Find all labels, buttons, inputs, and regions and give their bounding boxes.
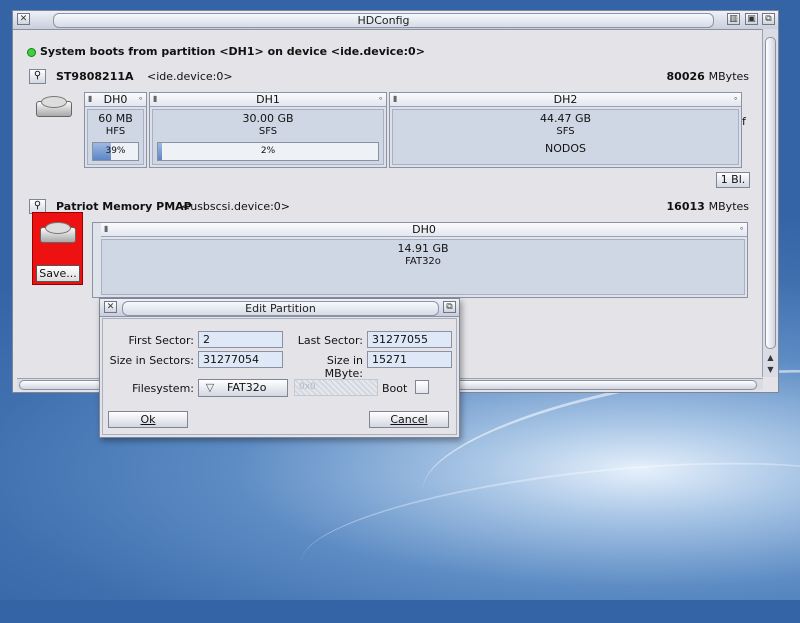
disk2-device: <usbscsi.device:0> bbox=[181, 200, 291, 213]
partition-name: DH0 bbox=[103, 93, 128, 106]
partition-body: 30.00 GB SFS 2% bbox=[152, 109, 384, 165]
boot-status: System boots from partition <DH1> on dev… bbox=[27, 45, 425, 58]
size-sectors-label: Size in Sectors: bbox=[109, 354, 194, 367]
resize-handle-icon[interactable]: ∘ bbox=[733, 95, 738, 103]
partition-body: 14.91 GB FAT32o bbox=[101, 239, 745, 295]
disk2-size-value: 16013 bbox=[666, 200, 705, 213]
partition-filesystem: HFS bbox=[105, 126, 126, 137]
save-button[interactable]: Save... bbox=[36, 265, 80, 282]
partition-status: NODOS bbox=[545, 142, 586, 155]
dialog-title: Edit Partition bbox=[122, 301, 439, 316]
filesystem-value: FAT32o bbox=[227, 381, 267, 394]
cancel-label: Cancel bbox=[390, 413, 428, 426]
fs-hex-field: 0x0 bbox=[294, 379, 378, 396]
last-sector-label: Last Sector: bbox=[297, 334, 363, 347]
partition-header[interactable]: ▮ DH1 ∘ bbox=[150, 93, 386, 107]
partition-name: DH2 bbox=[553, 93, 578, 106]
partition-usage-bar: 39% bbox=[92, 142, 139, 161]
harddisk-icon[interactable] bbox=[38, 221, 78, 247]
size-mbyte-label: Size in MByte: bbox=[324, 354, 363, 380]
partition-filesystem: SFS bbox=[258, 126, 278, 137]
resize-handle-icon[interactable]: ∘ bbox=[138, 95, 143, 103]
drag-handle-icon[interactable]: ▮ bbox=[153, 95, 157, 103]
partition-body: 60 MB HFS 39% bbox=[87, 109, 144, 165]
disk2-size: 16013 MBytes bbox=[667, 200, 749, 213]
partition-header[interactable]: ▮ DH0 ∘ bbox=[101, 223, 747, 237]
disk1-device: <ide.device:0> bbox=[147, 70, 233, 83]
size-sectors-field[interactable]: 31277054 bbox=[198, 351, 283, 368]
resize-handle-icon[interactable]: ∘ bbox=[739, 225, 744, 233]
depth-icon[interactable]: ⧉ bbox=[762, 13, 775, 25]
boot-label: Boot bbox=[382, 382, 408, 395]
disk1-trailing-mark: f bbox=[742, 115, 746, 128]
disk1-name: ST9808211A bbox=[56, 70, 134, 83]
partition-header[interactable]: ▮ DH2 ∘ bbox=[390, 93, 741, 107]
partition-size: 44.47 GB bbox=[539, 112, 592, 125]
iconify-icon[interactable]: ▥ bbox=[727, 13, 740, 25]
close-icon[interactable]: ✕ bbox=[104, 301, 117, 313]
resize-handle-icon[interactable]: ∘ bbox=[378, 95, 383, 103]
zoom-icon[interactable]: ▣ bbox=[745, 13, 758, 25]
block-size-button[interactable]: 1 Bl. bbox=[716, 172, 750, 188]
disk1-size: 80026 MBytes bbox=[667, 70, 749, 83]
partition-body: 44.47 GB SFS NODOS bbox=[392, 109, 739, 165]
partition-usage-bar: 2% bbox=[157, 142, 379, 161]
partition-header[interactable]: ▮ DH0 ∘ bbox=[85, 93, 146, 107]
magnifier-icon: ⚲ bbox=[33, 70, 42, 81]
scroll-down-icon[interactable]: ▼ bbox=[765, 364, 776, 375]
ok-label: Ok bbox=[140, 413, 156, 426]
filesystem-cycle[interactable]: ▽ FAT32o bbox=[198, 379, 288, 397]
ok-button[interactable]: Ok bbox=[108, 411, 188, 428]
partition-size: 60 MB bbox=[98, 112, 133, 125]
partition-dh0[interactable]: ▮ DH0 ∘ 60 MB HFS 39% bbox=[84, 92, 147, 168]
partition-usb-dh0[interactable]: ▮ DH0 ∘ 14.91 GB FAT32o bbox=[92, 222, 748, 298]
cancel-button[interactable]: Cancel bbox=[369, 411, 449, 428]
window-title: HDConfig bbox=[53, 13, 714, 28]
partition-size: 14.91 GB bbox=[397, 242, 449, 255]
selected-disk2[interactable]: Save... bbox=[32, 212, 83, 285]
partition-filesystem: FAT32o bbox=[405, 256, 441, 267]
partition-dh1[interactable]: ▮ DH1 ∘ 30.00 GB SFS 2% bbox=[149, 92, 387, 168]
usage-fill bbox=[158, 143, 163, 160]
drag-handle-icon[interactable]: ▮ bbox=[104, 225, 108, 233]
boot-status-text: System boots from partition <DH1> on dev… bbox=[40, 45, 425, 58]
depth-icon[interactable]: ⧉ bbox=[443, 301, 456, 313]
scroll-up-icon[interactable]: ▲ bbox=[765, 352, 776, 363]
usage-percent: 39% bbox=[105, 146, 126, 156]
magnifier-icon: ⚲ bbox=[33, 200, 42, 211]
size-mbyte-field[interactable]: 15271 bbox=[367, 351, 452, 368]
disk1-size-value: 80026 bbox=[666, 70, 705, 83]
first-sector-field[interactable]: 2 bbox=[198, 331, 283, 348]
cycle-triangle-icon: ▽ bbox=[205, 381, 215, 394]
window-titlebar[interactable]: ✕ HDConfig ▥ ▣ ⧉ bbox=[13, 11, 778, 30]
partition-filesystem: SFS bbox=[556, 126, 575, 137]
harddisk-icon[interactable] bbox=[34, 95, 74, 121]
vertical-scroll-thumb[interactable] bbox=[765, 37, 776, 349]
drag-handle-icon[interactable]: ▮ bbox=[393, 95, 397, 103]
disk2-size-unit: MBytes bbox=[708, 200, 749, 213]
partition-name: DH0 bbox=[412, 223, 436, 236]
usage-percent: 2% bbox=[260, 146, 276, 156]
first-sector-label: First Sector: bbox=[128, 334, 194, 347]
vertical-scrollbar[interactable]: ▲ ▼ bbox=[762, 29, 778, 377]
drag-handle-icon[interactable]: ▮ bbox=[88, 95, 92, 103]
disk1-info-button[interactable]: ⚲ bbox=[29, 69, 46, 84]
boot-status-led-icon bbox=[27, 47, 36, 57]
last-sector-field[interactable]: 31277055 bbox=[367, 331, 452, 348]
partition-dh2[interactable]: ▮ DH2 ∘ 44.47 GB SFS NODOS bbox=[389, 92, 742, 168]
disk1-size-unit: MBytes bbox=[708, 70, 749, 83]
filesystem-label: Filesystem: bbox=[132, 382, 194, 395]
dialog-titlebar[interactable]: ✕ Edit Partition ⧉ bbox=[100, 299, 459, 317]
close-icon[interactable]: ✕ bbox=[17, 13, 30, 25]
edit-partition-dialog: ✕ Edit Partition ⧉ First Sector: 2 Last … bbox=[99, 298, 460, 438]
partition-name: DH1 bbox=[256, 93, 280, 106]
partition-size: 30.00 GB bbox=[242, 112, 294, 125]
boot-checkbox[interactable] bbox=[415, 380, 429, 394]
